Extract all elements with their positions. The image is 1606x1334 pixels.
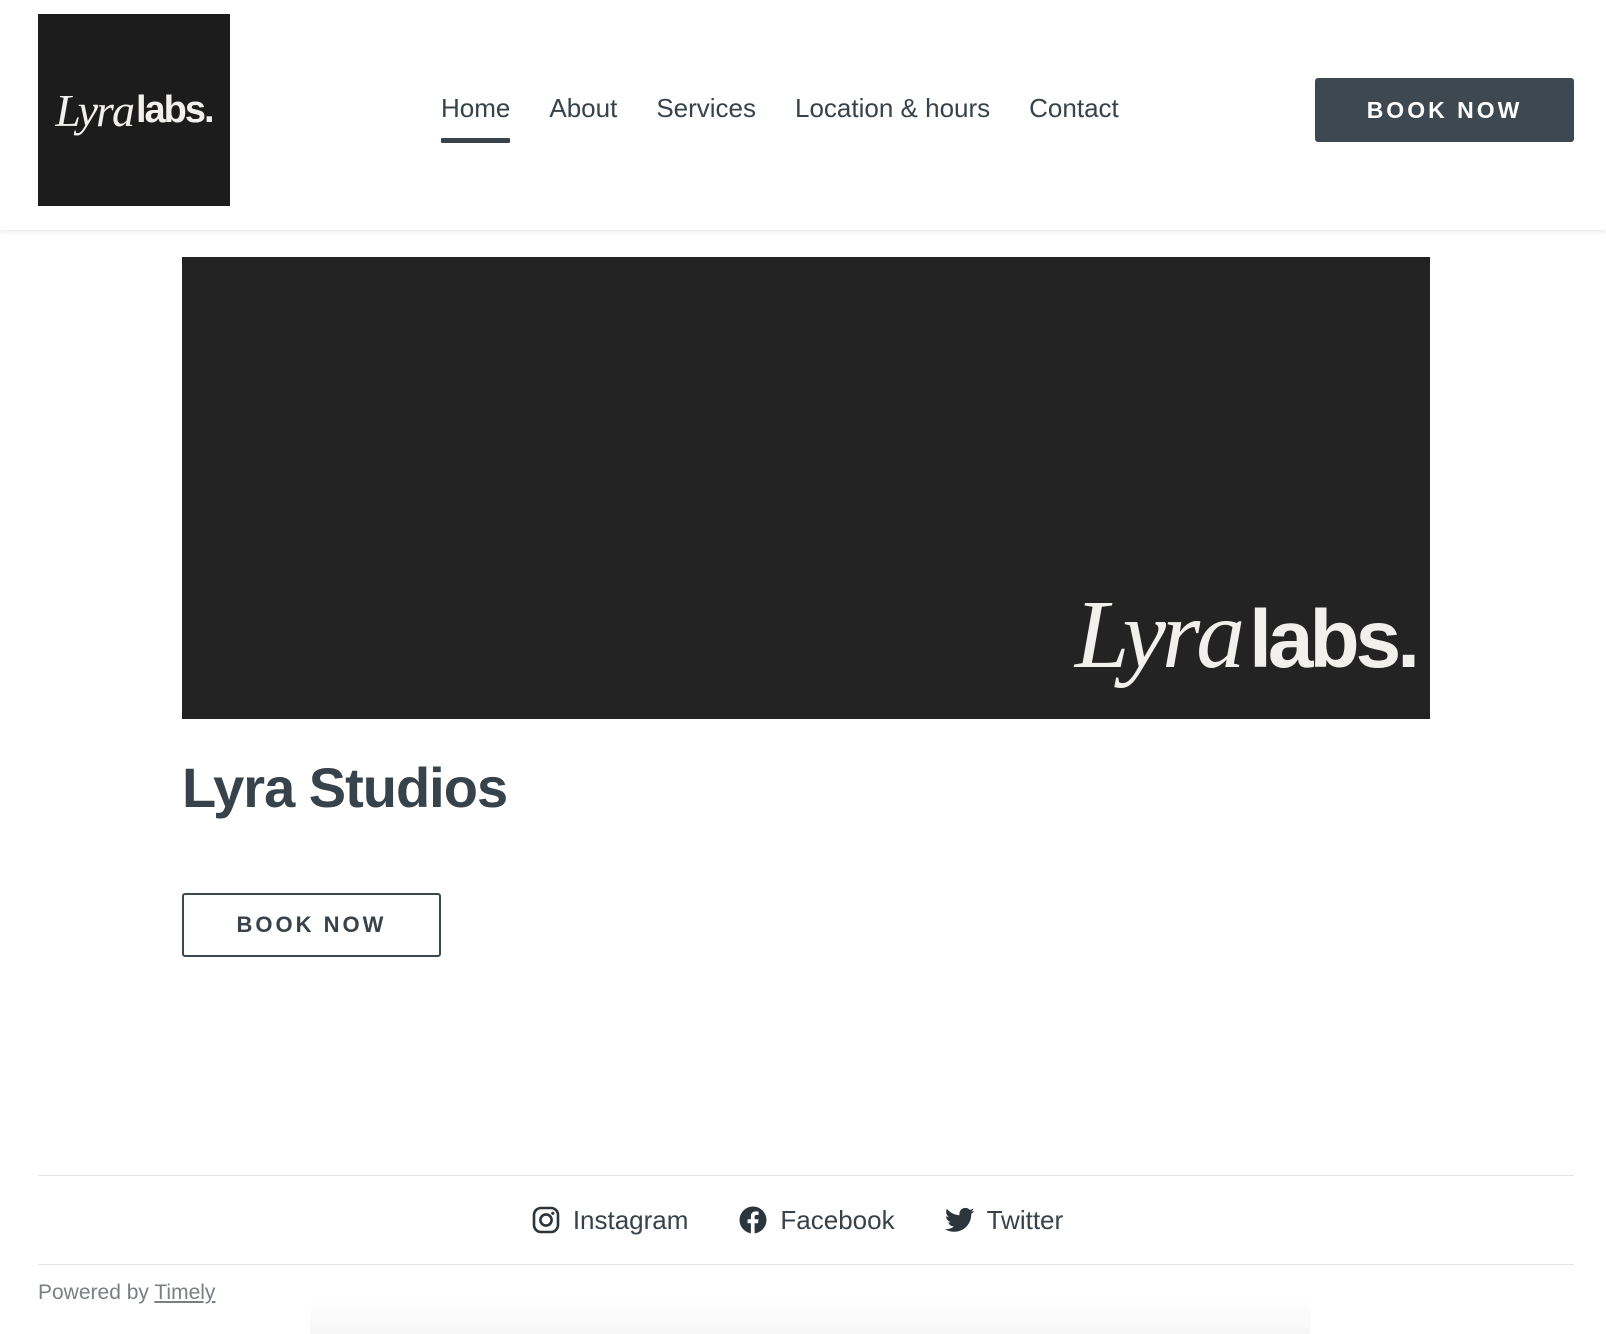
page: Lyra labs. Home About Services Location &… xyxy=(0,0,1606,1334)
nav-contact[interactable]: Contact xyxy=(1029,88,1119,148)
hero-logo-script-text: Lyra xyxy=(1074,581,1245,689)
facebook-link[interactable]: Facebook xyxy=(738,1198,895,1242)
logo-bold-text: labs. xyxy=(135,88,215,131)
brand-logo[interactable]: Lyra labs. xyxy=(38,14,230,206)
book-now-button[interactable]: BOOK NOW xyxy=(182,893,441,957)
facebook-label: Facebook xyxy=(780,1204,895,1235)
site-header: Lyra labs. Home About Services Location &… xyxy=(0,0,1606,230)
nav-about[interactable]: About xyxy=(549,88,617,148)
main-nav: Home About Services Location & hours Con… xyxy=(441,88,1119,148)
timely-link[interactable]: Timely xyxy=(154,1281,215,1304)
nav-location-hours[interactable]: Location & hours xyxy=(795,88,990,148)
hero-logo-bold-text: labs. xyxy=(1249,594,1420,685)
instagram-icon xyxy=(531,1205,561,1235)
twitter-link[interactable]: Twitter xyxy=(944,1198,1064,1242)
bottom-fade xyxy=(310,1300,1310,1334)
powered-by-prefix: Powered by xyxy=(38,1281,149,1304)
logo-script-text: Lyra xyxy=(55,84,135,136)
instagram-link[interactable]: Instagram xyxy=(531,1198,689,1242)
header-book-now-button[interactable]: BOOK NOW xyxy=(1315,78,1574,142)
nav-home[interactable]: Home xyxy=(441,88,511,148)
powered-by: Powered by Timely xyxy=(38,1281,215,1305)
social-links: Instagram Facebook Twitter xyxy=(0,1198,1606,1242)
page-title: Lyra Studios xyxy=(182,756,508,819)
hero-logo: Lyra labs. xyxy=(1074,579,1420,691)
twitter-label: Twitter xyxy=(986,1204,1064,1235)
twitter-icon xyxy=(944,1205,975,1235)
footer-divider-bottom xyxy=(38,1264,1574,1265)
nav-services[interactable]: Services xyxy=(656,88,756,148)
instagram-label: Instagram xyxy=(572,1204,689,1235)
hero-banner: Lyra labs. xyxy=(182,257,1430,719)
footer-divider-top xyxy=(38,1175,1574,1176)
facebook-icon xyxy=(738,1205,768,1235)
